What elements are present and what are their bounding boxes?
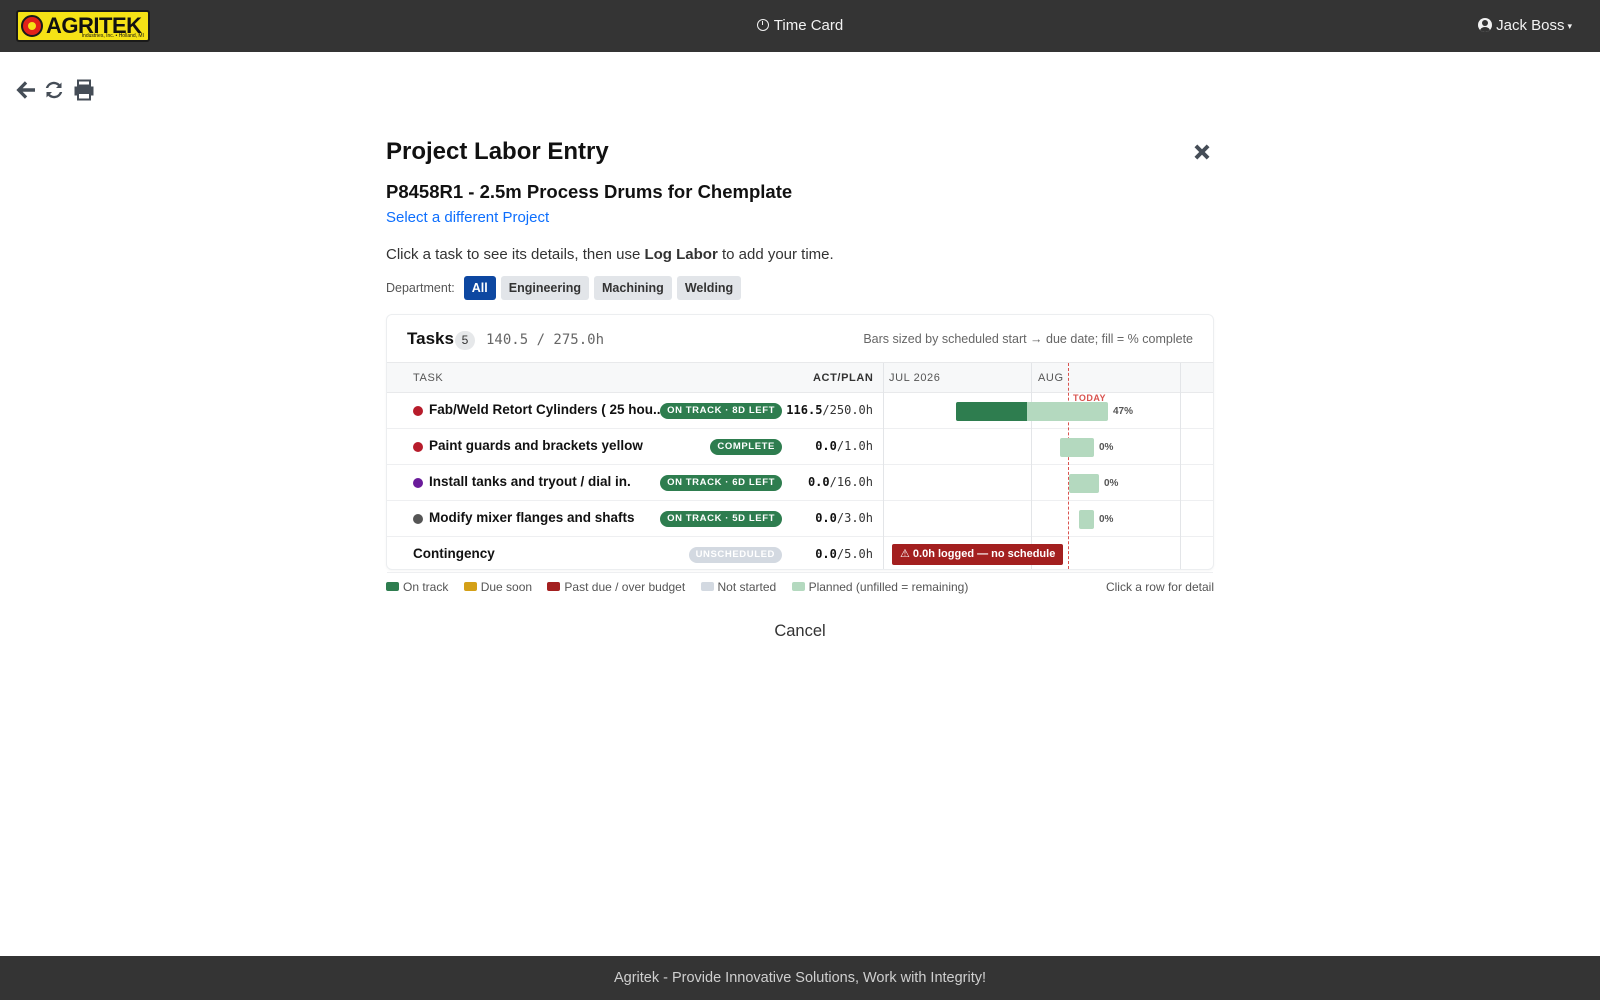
task-name: Contingency bbox=[413, 546, 495, 561]
refresh-icon[interactable] bbox=[42, 78, 66, 102]
department-pill-welding[interactable]: Welding bbox=[676, 276, 742, 300]
clock-icon bbox=[756, 19, 769, 31]
column-headers: TASK ACT/PLAN JUL 2026 AUG bbox=[387, 363, 1213, 393]
close-icon[interactable] bbox=[1190, 140, 1214, 164]
instructions-text: Click a task to see its details, then us… bbox=[386, 246, 645, 263]
planned-hours: /250.0h bbox=[822, 403, 873, 417]
hours-total: 140.5 / 275.0h bbox=[486, 332, 605, 348]
nav-title-label: Time Card bbox=[773, 17, 844, 34]
instructions: Click a task to see its details, then us… bbox=[386, 244, 1214, 266]
column-act-plan: ACT/PLAN bbox=[813, 372, 874, 384]
legend-label: Past due / over budget bbox=[564, 580, 686, 594]
legend-item: On track bbox=[386, 580, 448, 594]
task-name: Paint guards and brackets yellow bbox=[429, 438, 643, 453]
actual-hours: 0.0 bbox=[807, 475, 830, 489]
task-count-badge: 5 bbox=[455, 331, 475, 350]
planned-hours: /16.0h bbox=[829, 475, 873, 489]
task-row[interactable]: Install tanks and tryout / dial in. ON T… bbox=[387, 465, 1213, 501]
actual-hours: 0.0 bbox=[815, 547, 837, 561]
department-dot bbox=[413, 478, 423, 488]
column-month-jul: JUL 2026 bbox=[889, 372, 941, 384]
page-title: Project Labor Entry bbox=[386, 138, 609, 165]
log-labor-emphasis: Log Labor bbox=[644, 246, 718, 263]
task-name: Install tanks and tryout / dial in. bbox=[429, 474, 631, 489]
department-pill-engineering[interactable]: Engineering bbox=[500, 276, 589, 300]
actual-hours: 116.5 bbox=[786, 403, 823, 417]
department-filter: Department: All Engineering Machining We… bbox=[386, 276, 1214, 300]
department-pill-machining[interactable]: Machining bbox=[594, 276, 672, 300]
legend-swatch bbox=[547, 582, 561, 591]
task-row[interactable]: Paint guards and brackets yellow COMPLET… bbox=[387, 429, 1213, 465]
legend-swatch bbox=[700, 582, 714, 591]
back-arrow-icon[interactable] bbox=[14, 78, 38, 102]
department-label: Department: bbox=[386, 281, 455, 295]
task-name: Fab/Weld Retort Cylinders ( 25 hou... bbox=[429, 402, 665, 417]
column-task: TASK bbox=[413, 372, 444, 384]
actual-hours: 0.0 bbox=[815, 511, 837, 525]
instructions-text-end: to add your time. bbox=[717, 246, 834, 263]
status-badge: COMPLETE bbox=[710, 439, 782, 455]
legend-item: Past due / over budget bbox=[547, 580, 685, 594]
legend-label: Due soon bbox=[480, 580, 533, 594]
tasks-card-header: Tasks 5 140.5 / 275.0h Bars sized by sch… bbox=[387, 315, 1213, 363]
labor-entry-panel: Project Labor Entry P8458R1 - 2.5m Proce… bbox=[386, 136, 1214, 641]
department-pill-all[interactable]: All bbox=[463, 276, 496, 300]
bars-note: Bars sized by scheduled start → due date… bbox=[863, 332, 1193, 346]
cancel-button[interactable]: Cancel bbox=[386, 622, 1214, 641]
task-row[interactable]: Modify mixer flanges and shafts ON TRACK… bbox=[387, 501, 1213, 537]
department-dot bbox=[413, 514, 423, 524]
row-click-hint: Click a row for detail bbox=[1105, 580, 1214, 594]
actual-hours: 0.0 bbox=[815, 439, 837, 453]
department-dot bbox=[413, 406, 423, 416]
legend-item: Not started bbox=[700, 580, 777, 594]
top-navbar: AGRITEK Industries, Inc. • Holland, MI T… bbox=[0, 0, 1600, 52]
nav-title[interactable]: Time Card bbox=[0, 17, 1600, 34]
status-badge: ON TRACK · 6D LEFT bbox=[660, 475, 782, 491]
department-dot bbox=[413, 442, 423, 452]
act-plan-hours: 0.0/5.0h bbox=[815, 547, 873, 561]
user-menu[interactable]: Jack Boss ▾ bbox=[1478, 17, 1572, 34]
legend-swatch bbox=[791, 582, 805, 591]
column-month-aug: AUG bbox=[1038, 372, 1064, 384]
planned-hours: /3.0h bbox=[836, 511, 873, 525]
print-icon[interactable] bbox=[72, 78, 96, 102]
planned-hours: /1.0h bbox=[836, 439, 873, 453]
task-name: Modify mixer flanges and shafts bbox=[429, 510, 635, 525]
planned-hours: /5.0h bbox=[836, 547, 873, 561]
status-badge: ON TRACK · 5D LEFT bbox=[660, 511, 782, 527]
task-row[interactable]: Fab/Weld Retort Cylinders ( 25 hou... ON… bbox=[387, 393, 1213, 429]
footer: Agritek - Provide Innovative Solutions, … bbox=[0, 956, 1600, 1000]
legend-label: On track bbox=[403, 580, 449, 594]
user-name: Jack Boss bbox=[1496, 17, 1565, 34]
status-badge: ON TRACK · 8D LEFT bbox=[660, 403, 782, 419]
task-row[interactable]: Contingency UNSCHEDULED 0.0/5.0h bbox=[387, 537, 1213, 573]
legend-label: Planned (unfilled = remaining) bbox=[808, 580, 969, 594]
user-circle-icon bbox=[1478, 18, 1493, 32]
legend-label: Not started bbox=[717, 580, 777, 594]
select-different-project-link[interactable]: Select a different Project bbox=[386, 208, 1214, 228]
act-plan-hours: 0.0/3.0h bbox=[815, 511, 873, 525]
legend-item: Due soon bbox=[463, 580, 533, 594]
act-plan-hours: 116.5/250.0h bbox=[786, 403, 873, 417]
status-badge: UNSCHEDULED bbox=[688, 547, 782, 563]
act-plan-hours: 0.0/16.0h bbox=[808, 475, 873, 489]
project-name: P8458R1 - 2.5m Process Drums for Chempla… bbox=[386, 181, 793, 202]
legend-item: Planned (unfilled = remaining) bbox=[791, 580, 969, 594]
caret-down-icon: ▾ bbox=[1567, 21, 1572, 31]
legend-swatch bbox=[463, 582, 477, 591]
legend: On track Due soon Past due / over budget… bbox=[386, 580, 1214, 596]
legend-swatch bbox=[386, 582, 399, 591]
tasks-title: Tasks bbox=[407, 329, 454, 348]
tasks-card: Tasks 5 140.5 / 275.0h Bars sized by sch… bbox=[386, 314, 1214, 573]
act-plan-hours: 0.0/1.0h bbox=[815, 439, 873, 453]
